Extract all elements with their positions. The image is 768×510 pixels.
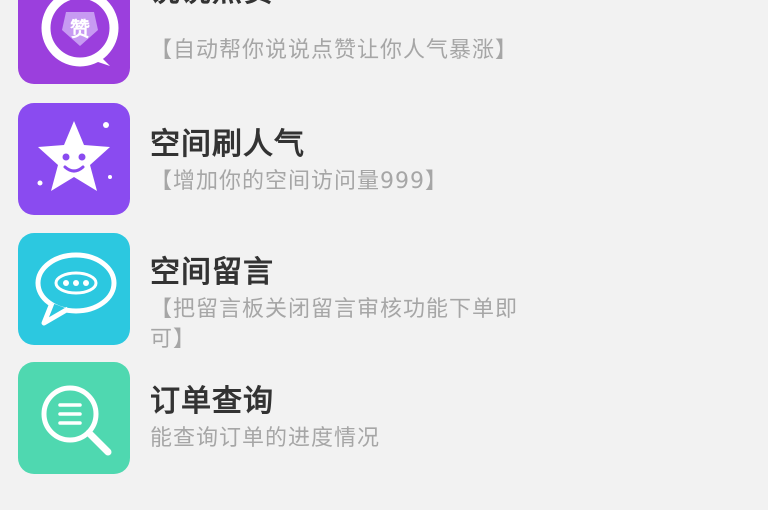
item-description: 【自动帮你说说点赞让你人气暴涨】 — [150, 38, 519, 63]
item-description: 【把留言板关闭留言审核功能下单即可】 — [150, 297, 519, 352]
service-list: 赞 说说点赞 【自动帮你说说点赞让你人气暴涨】 空间刷人气 【增加你的空间访问量… — [0, 0, 768, 510]
item-title: 说说点赞 — [150, 0, 274, 10]
item-title: 空间刷人气 — [150, 127, 305, 162]
item-title: 订单查询 — [150, 384, 274, 419]
item-description: 【增加你的空间访问量999】 — [150, 169, 448, 194]
item-title: 空间留言 — [150, 255, 274, 290]
like-badge-icon[interactable]: 赞 — [18, 0, 130, 84]
chat-bubble-icon[interactable] — [18, 233, 130, 345]
item-description: 能查询订单的进度情况 — [150, 426, 381, 451]
star-face-icon[interactable] — [18, 103, 130, 215]
search-list-icon[interactable] — [18, 362, 130, 474]
svg-text:赞: 赞 — [69, 17, 90, 41]
